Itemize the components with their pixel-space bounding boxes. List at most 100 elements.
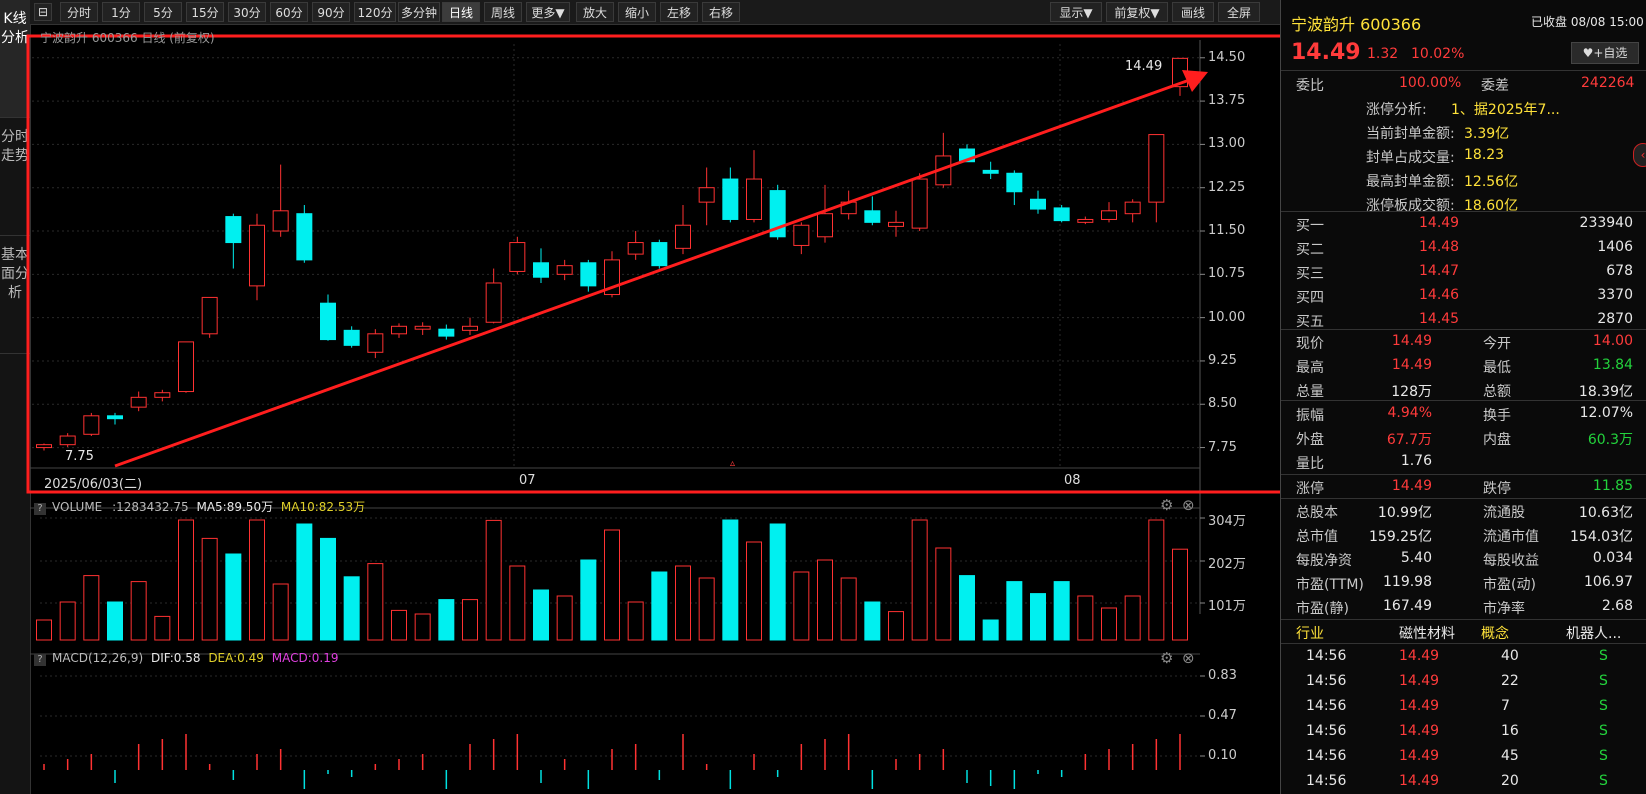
weicha-label: 委差 (1481, 78, 1509, 94)
volume-bar (793, 571, 810, 641)
stat-value: 14.49 (1391, 478, 1432, 494)
volume-y-tick: 101万 (1208, 599, 1246, 614)
price-change-pct: 10.02% (1411, 46, 1465, 62)
chart-area[interactable]: ▵ (0, 0, 1280, 794)
macd-settings-icon[interactable]: ⚙ (1160, 649, 1173, 667)
tick-side: S (1599, 648, 1608, 664)
tick-price: 14.49 (1399, 773, 1440, 789)
volume-ma10: MA10:82.53万 (280, 500, 366, 514)
kline-header: 宁波韵升 600366 日线 (前复权) (40, 31, 215, 45)
fund-label: 流通股 (1483, 505, 1525, 521)
month-label-08: 08 (1064, 473, 1081, 488)
kline-y-tick: 9.25 (1208, 352, 1237, 368)
tick-volume: 16 (1501, 723, 1519, 739)
expand-left-icon[interactable]: ‹ (1633, 143, 1646, 167)
candle-body (367, 333, 384, 353)
candle-body (107, 415, 123, 420)
heart-icon: ♥ (1582, 46, 1594, 60)
kline-y-tick: 10.00 (1208, 309, 1246, 325)
fund-label: 市净率 (1483, 601, 1525, 617)
help-icon[interactable]: ? (34, 654, 46, 666)
stat-value: 13.84 (1592, 357, 1633, 373)
bid-level-label: 买五 (1296, 314, 1324, 330)
bid-level-label: 买二 (1296, 242, 1324, 258)
volume-header: ? VOLUME :1283432.75 MA5:89.50万 MA10:82.5… (34, 498, 365, 515)
stat-label: 内盘 (1483, 432, 1511, 448)
volume-bar (911, 519, 928, 641)
candle-body (201, 296, 218, 335)
kline-y-tick: 10.75 (1208, 266, 1246, 282)
add-favorite-button[interactable]: ♥+自选 (1571, 42, 1639, 64)
volume-bar (367, 563, 384, 641)
kline-y-tick: 7.75 (1208, 439, 1237, 455)
volume-bar (533, 589, 549, 641)
fund-value: 2.68 (1601, 598, 1633, 614)
industry-value[interactable]: 磁性材料 (1399, 623, 1455, 643)
volume-settings-icon[interactable]: ⚙ (1160, 496, 1173, 514)
candle-body (320, 302, 336, 341)
tick-time: 14:56 (1306, 648, 1347, 664)
candle-body (343, 329, 360, 346)
candle-body (1006, 172, 1023, 193)
macd-grid (30, 653, 1205, 757)
volume-y-tick: 202万 (1208, 557, 1246, 572)
volume-bar (864, 601, 881, 641)
macd-value: MACD:0.19 (271, 651, 339, 665)
help-icon[interactable]: ? (34, 503, 46, 515)
stat-value: 11.85 (1592, 478, 1633, 494)
stat-value: 4.94% (1387, 405, 1432, 421)
macd-dif: DIF:0.58 (150, 651, 201, 665)
tick-side: S (1599, 773, 1608, 789)
volume-bar (698, 577, 715, 641)
volume-label: VOLUME (52, 500, 103, 514)
candle-body (982, 169, 999, 174)
fund-value: 10.99亿 (1377, 505, 1432, 521)
stat-label: 今开 (1483, 336, 1511, 352)
limit-up-value: 18.23 (1464, 147, 1505, 163)
volume-close-icon[interactable]: ⊗ (1182, 496, 1195, 514)
fund-value: 10.63亿 (1578, 505, 1633, 521)
weibi-value: 100.00% (1399, 75, 1462, 91)
month-label-07: 07 (519, 473, 536, 488)
fund-label: 每股净资 (1296, 553, 1352, 569)
volume-bar (107, 601, 123, 641)
kline-y-tick: 11.50 (1208, 223, 1246, 238)
volume-bar (414, 613, 431, 641)
candle-body (391, 325, 407, 335)
volume-bar (1124, 595, 1141, 641)
volume-value: :1283432.75 (112, 500, 189, 514)
kline-y-tick: 8.50 (1208, 396, 1237, 412)
stat-label: 总量 (1296, 384, 1324, 400)
kline-y-tick: 13.75 (1208, 93, 1246, 109)
bid-price: 14.45 (1419, 311, 1460, 327)
tick-volume: 20 (1501, 773, 1519, 789)
industry-label: 行业 (1296, 626, 1324, 642)
macd-close-icon[interactable]: ⊗ (1182, 649, 1195, 667)
quote-panel: 宁波韵升 600366 已收盘 08/08 15:00 14.49 1.32 1… (1280, 0, 1646, 794)
bid-level-label: 买三 (1296, 266, 1324, 282)
concept-value[interactable]: 机器人... (1566, 623, 1621, 643)
volume-bar (130, 581, 147, 641)
weibi-label: 委比 (1296, 78, 1324, 94)
volume-bar (36, 619, 52, 641)
macd-header: ? MACD(12,26,9) DIF:0.58 DEA:0.49 MACD:0.… (34, 651, 338, 666)
fund-label: 市盈(TTM) (1296, 577, 1364, 593)
fund-value: 0.034 (1592, 550, 1633, 566)
volume-bar (249, 519, 265, 641)
candle-body (225, 216, 242, 244)
tick-time: 14:56 (1306, 673, 1347, 689)
stat-label: 量比 (1296, 456, 1324, 472)
weicha-value: 242264 (1581, 75, 1635, 91)
volume-bar (201, 537, 218, 641)
kline-candles (36, 57, 1188, 451)
volume-bar (888, 611, 904, 641)
volume-bar (722, 519, 739, 641)
candle-body (698, 187, 715, 203)
tick-volume: 45 (1501, 748, 1519, 764)
volume-bar (1077, 595, 1094, 641)
limit-up-value[interactable]: 1、据2025年7... (1451, 99, 1560, 119)
marker-icon: ▵ (730, 458, 735, 469)
volume-bar (485, 519, 502, 641)
bid-volume: 1406 (1597, 239, 1633, 255)
fund-value: 106.97 (1584, 574, 1633, 590)
